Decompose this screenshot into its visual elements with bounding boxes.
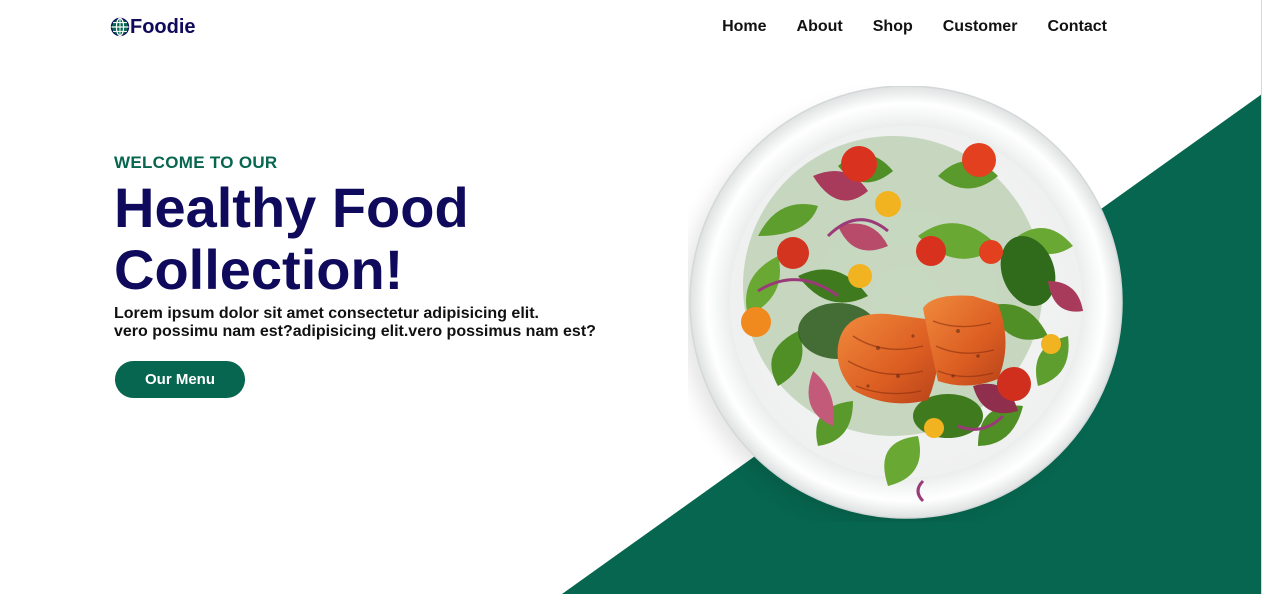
our-menu-button[interactable]: Our Menu	[115, 361, 245, 398]
nav-shop[interactable]: Shop	[873, 17, 913, 37]
description-line-1: Lorem ipsum dolor sit amet consectetur a…	[114, 305, 539, 322]
description-line-2: vero possimu nam est?adipisicing elit.ve…	[114, 323, 596, 340]
hero-section: WELCOME TO OUR Healthy Food Collection! …	[114, 153, 634, 341]
scrollbar-edge	[1261, 0, 1265, 594]
brand-logo[interactable]: Foodie	[110, 15, 196, 39]
headline-line-2: Collection!	[114, 238, 404, 301]
nav-home[interactable]: Home	[722, 17, 766, 37]
hero-headline: Healthy Food Collection!	[114, 177, 634, 301]
brand-name: Foodie	[130, 16, 196, 38]
salad-plate-image	[688, 86, 1123, 522]
hero-description: Lorem ipsum dolor sit amet consectetur a…	[114, 305, 634, 341]
landing-page: Foodie Home About Shop Customer Contact …	[0, 0, 1265, 594]
nav-customer[interactable]: Customer	[943, 17, 1018, 37]
main-nav: Home About Shop Customer Contact	[722, 17, 1107, 37]
globe-icon	[110, 17, 130, 37]
nav-about[interactable]: About	[797, 17, 843, 37]
headline-line-1: Healthy Food	[114, 176, 469, 239]
hero-eyebrow: WELCOME TO OUR	[114, 153, 278, 172]
nav-contact[interactable]: Contact	[1047, 17, 1107, 37]
